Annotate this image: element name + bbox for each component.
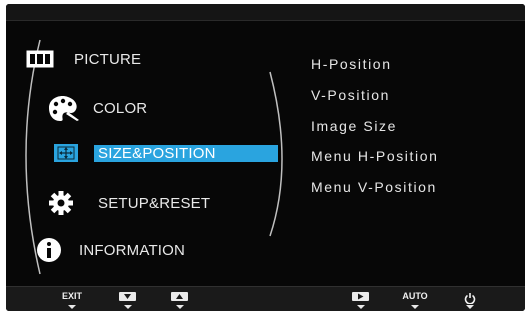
- auto-marker-icon: [411, 305, 419, 309]
- menu-label-information: INFORMATION: [79, 242, 186, 259]
- enter-button[interactable]: [343, 289, 379, 311]
- enter-key-icon: [352, 292, 369, 301]
- power-button[interactable]: [452, 289, 488, 311]
- menu-label-size-position: SIZE&POSITION: [98, 145, 216, 162]
- exit-label: EXIT: [61, 291, 82, 301]
- down-button[interactable]: [110, 289, 146, 311]
- submenu-item-menu-v-position[interactable]: Menu V-Position: [311, 179, 437, 195]
- menu-item-color[interactable]: COLOR: [46, 94, 266, 121]
- down-marker-icon: [124, 305, 132, 309]
- osd-menu-window: PICTURE COLOR SIZE&POSITION SETUP&RESET …: [6, 4, 525, 311]
- menu-item-setup-reset[interactable]: SETUP&RESET: [48, 190, 268, 216]
- submenu-item-menu-h-position[interactable]: Menu H-Position: [311, 148, 439, 164]
- up-key-icon: [171, 292, 188, 301]
- submenu-item-image-size[interactable]: Image Size: [311, 118, 397, 134]
- menu-label-setup-reset: SETUP&RESET: [98, 195, 211, 212]
- palette-icon: [46, 94, 80, 127]
- submenu-item-v-position[interactable]: V-Position: [311, 87, 390, 103]
- up-marker-icon: [176, 305, 184, 309]
- down-key-icon: [119, 292, 136, 301]
- menu-label-color: COLOR: [93, 100, 148, 117]
- gear-icon: [48, 190, 74, 221]
- menu-label-picture: PICTURE: [74, 51, 142, 68]
- menu-item-information[interactable]: INFORMATION: [36, 237, 256, 263]
- picture-icon: [26, 49, 54, 74]
- exit-button[interactable]: EXIT: [54, 289, 90, 311]
- auto-button[interactable]: AUTO: [397, 289, 433, 311]
- menu-item-picture[interactable]: PICTURE: [26, 48, 266, 74]
- power-marker-icon: [466, 305, 474, 309]
- move-arrows-icon: [54, 144, 78, 167]
- auto-label: AUTO: [402, 291, 428, 301]
- button-guide-bar: EXIT AUTO: [6, 286, 525, 311]
- info-icon: [36, 237, 62, 268]
- exit-down-marker-icon: [68, 305, 76, 309]
- menu-item-size-position[interactable]: SIZE&POSITION: [54, 143, 278, 169]
- enter-marker-icon: [357, 305, 365, 309]
- submenu-item-h-position[interactable]: H-Position: [311, 56, 392, 72]
- up-button[interactable]: [162, 289, 198, 311]
